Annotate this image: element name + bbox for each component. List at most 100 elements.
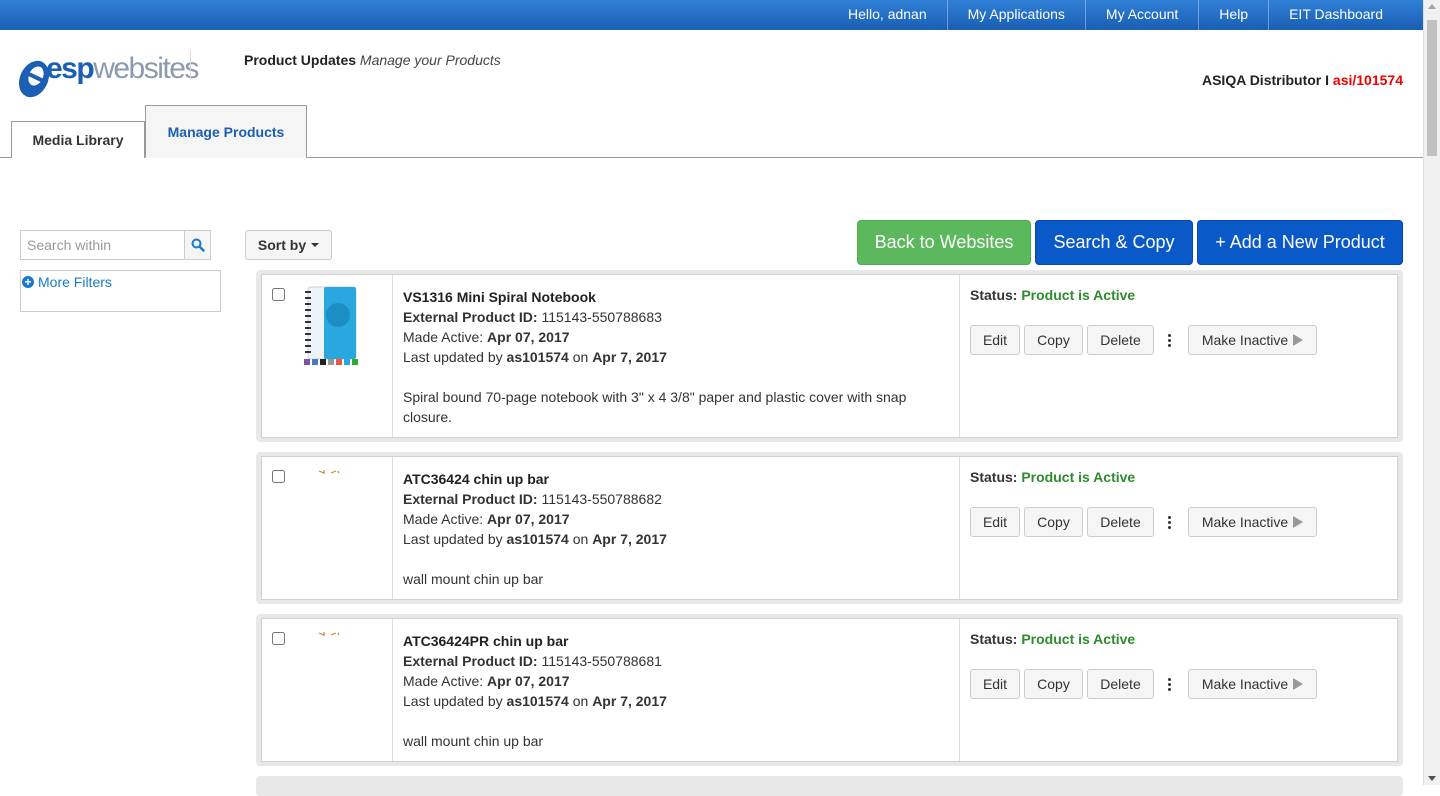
product-checkbox[interactable] [272,288,285,301]
made-active-line: Made Active: Apr 07, 2017 [403,509,949,529]
made-active-label: Made Active: [403,329,484,345]
made-active-line: Made Active: Apr 07, 2017 [403,671,949,691]
status-label: Status: [970,287,1018,303]
updated-on-value: Apr 7, 2017 [592,693,667,709]
product-actions: Edit Copy Delete Make Inactive [970,507,1321,537]
product-checkbox[interactable] [272,632,285,645]
chin-up-bar-image[interactable] [318,469,340,475]
external-id-value: 115143-550788681 [541,653,662,669]
external-id-line: External Product ID: 115143-550788683 [403,307,949,327]
nav-greeting[interactable]: Hello, adnan [828,0,947,30]
sort-by-label: Sort by [257,237,307,253]
sort-by-button[interactable]: Sort by [245,230,332,260]
back-to-websites-button[interactable]: Back to Websites [857,220,1031,265]
add-new-product-button[interactable]: + Add a New Product [1197,220,1403,265]
play-icon [1293,678,1304,690]
updated-on-value: Apr 7, 2017 [592,349,667,365]
make-inactive-label: Make Inactive [1201,514,1289,530]
delete-button[interactable]: Delete [1087,325,1154,355]
header-divider [190,50,191,80]
logo-websites-text: websites [93,52,199,85]
nav-my-applications[interactable]: My Applications [946,0,1085,30]
made-active-value: Apr 07, 2017 [487,329,570,345]
search-button[interactable] [184,230,211,260]
product-info: ATC36424PR chin up bar External Product … [393,619,960,761]
delete-button[interactable]: Delete [1087,507,1154,537]
caret-down-icon [311,243,320,247]
product-status-cell: Status: Product is Active Edit Copy Dele… [960,275,1397,437]
page-subtitle: Manage your Products [359,52,501,68]
chin-up-bar-image[interactable] [318,631,340,637]
nav-my-account[interactable]: My Account [1084,0,1198,30]
product-card: ATC36424 chin up bar External Product ID… [256,452,1403,604]
more-options-icon[interactable] [1162,669,1176,699]
product-title[interactable]: ATC36424 chin up bar [403,469,949,489]
notebook-image[interactable] [302,285,362,367]
last-updated-label: Last updated by [403,349,503,365]
make-inactive-button[interactable]: Make Inactive [1188,669,1317,699]
nav-help[interactable]: Help [1198,0,1268,30]
on-label: on [572,349,589,365]
edit-button[interactable]: Edit [970,507,1020,537]
product-info: VS1316 Mini Spiral Notebook External Pro… [393,275,960,437]
more-filters-label: More Filters [38,274,112,290]
made-active-label: Made Active: [403,511,484,527]
scroll-up-icon[interactable] [1428,4,1436,9]
delete-button[interactable]: Delete [1087,669,1154,699]
product-card: VS1316 Mini Spiral Notebook External Pro… [256,270,1403,442]
make-inactive-button[interactable]: Make Inactive [1188,507,1317,537]
external-id-label: External Product ID: [403,653,538,669]
tab-manage-products[interactable]: Manage Products [145,105,307,158]
product-title[interactable]: ATC36424PR chin up bar [403,631,949,651]
scroll-thumb[interactable] [1427,20,1437,156]
account-label: ASIQA Distributor I [1201,72,1333,88]
scroll-down-icon[interactable] [1428,776,1436,781]
updated-by-value: as101574 [506,349,569,365]
edit-button[interactable]: Edit [970,325,1020,355]
tab-bar: Media Library Manage Products [0,104,1423,158]
status-line: Status: Product is Active [970,469,1387,485]
copy-button[interactable]: Copy [1024,669,1083,699]
copy-button[interactable]: Copy [1024,507,1083,537]
status-line: Status: Product is Active [970,287,1387,303]
updated-by-value: as101574 [506,693,569,709]
more-options-icon[interactable] [1162,325,1176,355]
last-updated-line: Last updated by as101574 on Apr 7, 2017 [403,529,949,549]
made-active-value: Apr 07, 2017 [487,673,570,689]
external-id-value: 115143-550788682 [541,491,662,507]
product-actions: Edit Copy Delete Make Inactive [970,325,1321,355]
nav-eit-dashboard[interactable]: EIT Dashboard [1268,0,1423,30]
more-options-icon[interactable] [1162,507,1176,537]
product-select-cell [262,275,393,437]
tab-media-library[interactable]: Media Library [11,121,145,158]
plus-circle-icon: + [22,276,34,288]
product-row: ATC36424 chin up bar External Product ID… [261,456,1398,600]
search-copy-button[interactable]: Search & Copy [1035,220,1193,265]
external-id-line: External Product ID: 115143-550788681 [403,651,949,671]
status-label: Status: [970,631,1018,647]
search-input[interactable] [20,230,184,260]
more-filters-link[interactable]: + More Filters [22,274,112,290]
product-checkbox[interactable] [272,470,285,483]
updated-on-value: Apr 7, 2017 [592,531,667,547]
copy-button[interactable]: Copy [1024,325,1083,355]
product-select-cell [262,457,393,599]
on-label: on [572,693,589,709]
made-active-line: Made Active: Apr 07, 2017 [403,327,949,347]
external-id-value: 115143-550788683 [541,309,662,325]
status-label: Status: [970,469,1018,485]
espwebsites-logo[interactable]: espwebsites [18,46,199,102]
edit-button[interactable]: Edit [970,669,1020,699]
make-inactive-label: Make Inactive [1201,676,1289,692]
product-status-cell: Status: Product is Active Edit Copy Dele… [960,457,1397,599]
search-icon [191,238,205,252]
vertical-scrollbar[interactable] [1423,0,1440,785]
make-inactive-button[interactable]: Make Inactive [1188,325,1317,355]
top-nav-bar: Hello, adnan My Applications My Account … [0,0,1423,30]
status-line: Status: Product is Active [970,631,1387,647]
last-updated-line: Last updated by as101574 on Apr 7, 2017 [403,347,949,367]
play-icon [1293,334,1304,346]
product-title[interactable]: VS1316 Mini Spiral Notebook [403,287,949,307]
product-description: wall mount chin up bar [403,571,544,587]
logo-esp-text: esp [46,52,95,85]
